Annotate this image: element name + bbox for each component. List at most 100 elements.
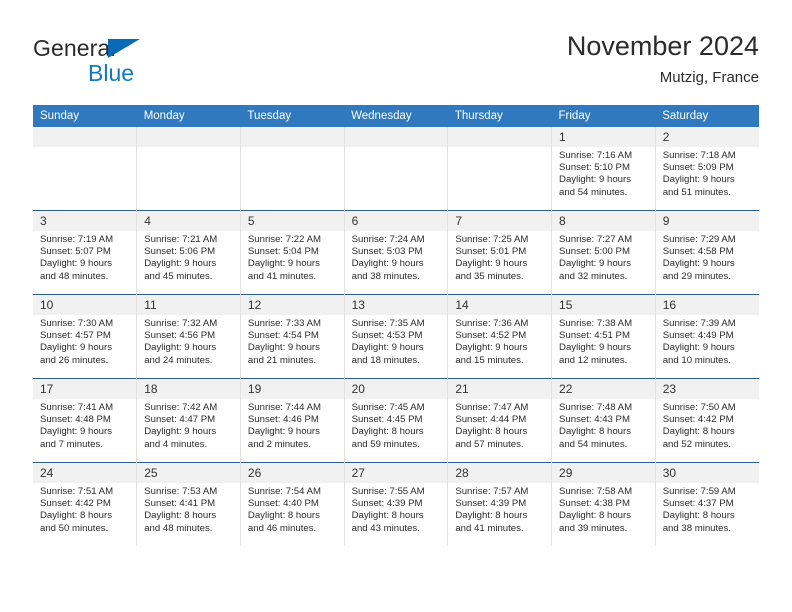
day-number: 20 bbox=[344, 379, 448, 399]
calendar-day-cell[interactable]: 2 Sunrise: 7:18 AM Sunset: 5:09 PM Daylight… bbox=[654, 127, 759, 211]
daylight-duration-line2: and 38 minutes. bbox=[662, 522, 731, 534]
daylight-duration-line2: and 26 minutes. bbox=[40, 354, 109, 366]
daylight-duration-line1: Daylight: 9 hours bbox=[247, 342, 320, 354]
daylight-duration-line2: and 7 minutes. bbox=[40, 438, 103, 450]
calendar-day-cell[interactable]: 12 Sunrise: 7:33 AM Sunset: 4:54 PM Dayligh… bbox=[239, 294, 345, 379]
sunrise-time: Sunrise: 7:55 AM bbox=[351, 486, 425, 497]
daylight-duration-line2: and 51 minutes. bbox=[662, 186, 731, 198]
calendar-day-cell[interactable]: 1 Sunrise: 7:16 AM Sunset: 5:10 PM Daylight… bbox=[551, 127, 656, 211]
day-number: 9 bbox=[655, 211, 759, 231]
calendar-page: General Blue November 2024 Mutzig, Franc… bbox=[0, 0, 792, 612]
calendar-day-cell[interactable]: 5 Sunrise: 7:22 AM Sunset: 5:04 PM Daylight… bbox=[239, 210, 345, 295]
calendar-day-cell[interactable]: 29 Sunrise: 7:58 AM Sunset: 4:38 PM Dayligh… bbox=[551, 462, 656, 546]
day-details: Sunrise: 7:18 AM Sunset: 5:09 PM Daylight:… bbox=[656, 147, 759, 199]
calendar-day-cell[interactable]: 16 Sunrise: 7:39 AM Sunset: 4:49 PM Dayligh… bbox=[654, 294, 759, 379]
sunrise-time: Sunrise: 7:47 AM bbox=[455, 402, 529, 413]
logo-text-general: General bbox=[33, 35, 116, 61]
daylight-duration-line1: Daylight: 9 hours bbox=[144, 426, 217, 438]
sunrise-time: Sunrise: 7:29 AM bbox=[662, 234, 736, 245]
day-number: 30 bbox=[655, 463, 759, 483]
calendar-day-cell[interactable]: 28 Sunrise: 7:57 AM Sunset: 4:39 PM Dayligh… bbox=[447, 462, 552, 546]
day-details: Sunrise: 7:19 AM Sunset: 5:07 PM Daylight:… bbox=[33, 231, 136, 283]
calendar-day-cell[interactable]: 9 Sunrise: 7:29 AM Sunset: 4:58 PM Daylight… bbox=[654, 210, 759, 295]
calendar-day-cell[interactable]: 19 Sunrise: 7:44 AM Sunset: 4:46 PM Dayligh… bbox=[239, 378, 345, 463]
daylight-duration-line1: Daylight: 8 hours bbox=[144, 510, 217, 522]
calendar-day-cell[interactable]: 23 Sunrise: 7:50 AM Sunset: 4:42 PM Dayligh… bbox=[654, 378, 759, 463]
calendar-day-cell[interactable]: 14 Sunrise: 7:36 AM Sunset: 4:52 PM Dayligh… bbox=[447, 294, 552, 379]
day-number: 3 bbox=[33, 211, 137, 231]
calendar-day-cell-empty bbox=[136, 127, 241, 211]
weekday-header-sunday: Sunday bbox=[33, 105, 137, 127]
logo-text-blue: Blue bbox=[88, 60, 135, 86]
sunset-time: Sunset: 4:57 PM bbox=[40, 330, 111, 342]
daylight-duration-line2: and 35 minutes. bbox=[455, 270, 524, 282]
daylight-duration-line2: and 38 minutes. bbox=[351, 270, 420, 282]
calendar-day-cell-empty bbox=[239, 127, 345, 211]
calendar-day-cell[interactable]: 20 Sunrise: 7:45 AM Sunset: 4:45 PM Dayligh… bbox=[343, 378, 448, 463]
sunrise-time: Sunrise: 7:57 AM bbox=[455, 486, 529, 497]
calendar-day-cell[interactable]: 7 Sunrise: 7:25 AM Sunset: 5:01 PM Daylight… bbox=[447, 210, 552, 295]
day-details: Sunrise: 7:35 AM Sunset: 4:53 PM Daylight:… bbox=[345, 315, 448, 367]
sunrise-time: Sunrise: 7:32 AM bbox=[144, 318, 218, 329]
sunrise-time: Sunrise: 7:24 AM bbox=[351, 234, 425, 245]
calendar-day-cell[interactable]: 17 Sunrise: 7:41 AM Sunset: 4:48 PM Dayligh… bbox=[33, 378, 137, 463]
daylight-duration-line1: Daylight: 8 hours bbox=[559, 426, 632, 438]
calendar-day-cell[interactable]: 10 Sunrise: 7:30 AM Sunset: 4:57 PM Dayligh… bbox=[33, 294, 137, 379]
daylight-duration-line2: and 29 minutes. bbox=[662, 270, 731, 282]
calendar-day-cell[interactable]: 6 Sunrise: 7:24 AM Sunset: 5:03 PM Daylight… bbox=[343, 210, 448, 295]
day-details: Sunrise: 7:30 AM Sunset: 4:57 PM Daylight:… bbox=[33, 315, 136, 367]
sunset-time: Sunset: 4:40 PM bbox=[247, 498, 319, 510]
calendar-day-cell[interactable]: 18 Sunrise: 7:42 AM Sunset: 4:47 PM Dayligh… bbox=[136, 378, 241, 463]
sunset-time: Sunset: 4:54 PM bbox=[247, 330, 319, 342]
daylight-duration-line1: Daylight: 8 hours bbox=[247, 510, 320, 522]
calendar-day-cell[interactable]: 13 Sunrise: 7:35 AM Sunset: 4:53 PM Dayligh… bbox=[343, 294, 448, 379]
daylight-duration-line1: Daylight: 9 hours bbox=[40, 342, 112, 354]
generalblue-logo[interactable]: General Blue bbox=[33, 36, 263, 88]
day-details: Sunrise: 7:24 AM Sunset: 5:03 PM Daylight:… bbox=[345, 231, 448, 283]
sunset-time: Sunset: 4:37 PM bbox=[662, 498, 734, 510]
day-number: 6 bbox=[344, 211, 448, 231]
day-details: Sunrise: 7:58 AM Sunset: 4:38 PM Daylight:… bbox=[552, 483, 655, 535]
day-number: 8 bbox=[552, 211, 655, 231]
day-number: 26 bbox=[240, 463, 344, 483]
day-details: Sunrise: 7:25 AM Sunset: 5:01 PM Daylight:… bbox=[448, 231, 551, 283]
calendar-day-cell[interactable]: 26 Sunrise: 7:54 AM Sunset: 4:40 PM Dayligh… bbox=[239, 462, 345, 546]
calendar-day-cell[interactable]: 15 Sunrise: 7:38 AM Sunset: 4:51 PM Dayligh… bbox=[551, 294, 656, 379]
sunset-time: Sunset: 4:58 PM bbox=[662, 246, 734, 258]
day-number: 16 bbox=[655, 295, 759, 315]
day-number bbox=[344, 127, 448, 147]
calendar-day-cell[interactable]: 3 Sunrise: 7:19 AM Sunset: 5:07 PM Daylight… bbox=[33, 210, 137, 295]
calendar-day-cell[interactable]: 22 Sunrise: 7:48 AM Sunset: 4:43 PM Dayligh… bbox=[551, 378, 656, 463]
daylight-duration-line1: Daylight: 8 hours bbox=[662, 510, 735, 522]
day-details: Sunrise: 7:16 AM Sunset: 5:10 PM Daylight:… bbox=[552, 147, 655, 199]
calendar-day-cell[interactable]: 24 Sunrise: 7:51 AM Sunset: 4:42 PM Dayligh… bbox=[33, 462, 137, 546]
sunrise-time: Sunrise: 7:50 AM bbox=[662, 402, 736, 413]
calendar-day-cell[interactable]: 8 Sunrise: 7:27 AM Sunset: 5:00 PM Daylight… bbox=[551, 210, 656, 295]
logo-wordmark-general: General bbox=[33, 36, 263, 60]
daylight-duration-line2: and 10 minutes. bbox=[662, 354, 731, 366]
calendar-day-cell[interactable]: 27 Sunrise: 7:55 AM Sunset: 4:39 PM Dayligh… bbox=[343, 462, 448, 546]
weekday-header-saturday: Saturday bbox=[655, 105, 759, 127]
daylight-duration-line1: Daylight: 9 hours bbox=[455, 342, 528, 354]
daylight-duration-line1: Daylight: 9 hours bbox=[559, 258, 632, 270]
sunset-time: Sunset: 4:49 PM bbox=[662, 330, 734, 342]
calendar-day-cell[interactable]: 30 Sunrise: 7:59 AM Sunset: 4:37 PM Dayligh… bbox=[654, 462, 759, 546]
day-details: Sunrise: 7:38 AM Sunset: 4:51 PM Daylight:… bbox=[552, 315, 655, 367]
sunset-time: Sunset: 4:44 PM bbox=[455, 414, 527, 426]
sunrise-time: Sunrise: 7:54 AM bbox=[247, 486, 321, 497]
day-details: Sunrise: 7:59 AM Sunset: 4:37 PM Daylight:… bbox=[656, 483, 759, 535]
day-number: 7 bbox=[448, 211, 552, 231]
calendar-day-cell[interactable]: 4 Sunrise: 7:21 AM Sunset: 5:06 PM Daylight… bbox=[136, 210, 241, 295]
day-number: 13 bbox=[344, 295, 448, 315]
sunrise-time: Sunrise: 7:45 AM bbox=[351, 402, 425, 413]
day-details: Sunrise: 7:41 AM Sunset: 4:48 PM Daylight:… bbox=[33, 399, 136, 451]
day-number: 24 bbox=[33, 463, 137, 483]
title-block: November 2024 Mutzig, France bbox=[567, 30, 759, 87]
sunset-time: Sunset: 4:39 PM bbox=[455, 498, 527, 510]
daylight-duration-line2: and 48 minutes. bbox=[144, 522, 213, 534]
calendar-day-cell[interactable]: 25 Sunrise: 7:53 AM Sunset: 4:41 PM Dayligh… bbox=[136, 462, 241, 546]
calendar-day-cell[interactable]: 11 Sunrise: 7:32 AM Sunset: 4:56 PM Dayligh… bbox=[136, 294, 241, 379]
sunset-time: Sunset: 5:01 PM bbox=[455, 246, 527, 258]
daylight-duration-line1: Daylight: 9 hours bbox=[144, 258, 217, 270]
calendar-day-cell[interactable]: 21 Sunrise: 7:47 AM Sunset: 4:44 PM Dayligh… bbox=[447, 378, 552, 463]
